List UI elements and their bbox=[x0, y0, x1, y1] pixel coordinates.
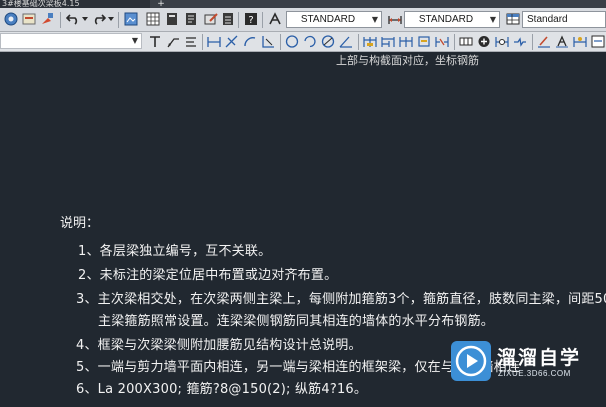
svg-text:?: ? bbox=[248, 15, 253, 26]
jogged-linear-icon[interactable] bbox=[513, 35, 527, 48]
multileader-icon[interactable] bbox=[166, 35, 180, 48]
cad-application: 3#楼基础次梁板4.15 + ? STANDARD ▼ STANDARD ▼ S… bbox=[0, 0, 606, 407]
dim-text-edit-icon[interactable] bbox=[555, 35, 569, 48]
dim-break-icon[interactable] bbox=[435, 35, 449, 48]
dim-baseline-icon[interactable] bbox=[381, 35, 395, 48]
dim-angular-icon[interactable] bbox=[339, 35, 353, 48]
toolbar-separator bbox=[118, 12, 119, 28]
tolerance-icon[interactable] bbox=[459, 35, 473, 48]
layer-manager-icon[interactable] bbox=[22, 12, 36, 26]
toolbar-separator bbox=[280, 34, 281, 50]
toolbar-separator bbox=[238, 12, 239, 28]
dim-style-value: STANDARD bbox=[418, 14, 474, 25]
dim-radius-icon[interactable] bbox=[285, 35, 299, 48]
redo-icon[interactable] bbox=[92, 13, 106, 25]
table-style-value: Standard bbox=[527, 14, 568, 25]
workspace-icon[interactable] bbox=[4, 12, 18, 26]
dim-ordinate-icon[interactable] bbox=[261, 35, 275, 48]
dim-arc-icon[interactable] bbox=[243, 35, 257, 48]
chevron-down-icon[interactable]: ▼ bbox=[487, 12, 499, 27]
quick-calc-icon[interactable] bbox=[166, 12, 178, 26]
undo-dropdown-icon[interactable] bbox=[82, 16, 88, 22]
multileader-align-icon[interactable] bbox=[184, 35, 198, 48]
note-line: 6、La 200X300; 箍筋?8@150(2); 纵筋4?16。 bbox=[76, 382, 368, 397]
match-properties-icon[interactable] bbox=[40, 12, 54, 26]
dim-diameter-icon[interactable] bbox=[321, 35, 335, 48]
chevron-down-icon[interactable]: ▼ bbox=[369, 12, 381, 27]
drawing-text-partial: 上部与构截面对应，坐标钢筋 bbox=[336, 54, 479, 67]
notes-heading: 说明： bbox=[60, 216, 100, 231]
dim-edit-icon[interactable] bbox=[537, 35, 551, 48]
center-mark-icon[interactable] bbox=[477, 35, 491, 48]
layer-combo[interactable]: ▼ bbox=[0, 33, 142, 49]
dim-style-manager-icon[interactable] bbox=[591, 35, 605, 48]
text-style-value: STANDARD bbox=[300, 14, 356, 25]
quick-dim-icon[interactable] bbox=[363, 35, 377, 48]
watermark-url: ZIXUE.3D66.COM bbox=[498, 369, 571, 378]
undo-icon[interactable] bbox=[66, 13, 80, 25]
play-logo-icon bbox=[451, 341, 491, 381]
tool-palette-icon[interactable] bbox=[184, 12, 198, 26]
new-tab-button[interactable]: + bbox=[156, 0, 166, 9]
dim-aligned-icon[interactable] bbox=[225, 35, 239, 48]
text-icon[interactable] bbox=[148, 35, 162, 48]
note-line: 主梁箍筋照常设置。连梁梁侧钢筋同其相连的墙体的水平分布钢筋。 bbox=[98, 314, 495, 329]
render-icon[interactable] bbox=[124, 12, 138, 26]
dimension-toolbar: ▼ bbox=[0, 32, 606, 52]
toolbar-separator bbox=[202, 34, 203, 50]
note-line: 1、各层梁独立编号，互不关联。 bbox=[78, 244, 272, 259]
dim-jogged-icon[interactable] bbox=[303, 35, 317, 48]
dim-style-combo[interactable]: STANDARD ▼ bbox=[404, 11, 500, 28]
table-style-icon[interactable] bbox=[506, 12, 520, 26]
dim-continue-icon[interactable] bbox=[399, 35, 413, 48]
note-line: 2、未标注的梁定位居中布置或边对齐布置。 bbox=[78, 268, 338, 283]
sheet-icon[interactable] bbox=[146, 12, 160, 26]
dim-update-icon[interactable] bbox=[573, 35, 587, 48]
document-tab-bar: 3#楼基础次梁板4.15 + bbox=[0, 0, 606, 9]
standard-toolbar: ? STANDARD ▼ STANDARD ▼ Standard bbox=[0, 8, 606, 32]
watermark-title: 溜溜自学 bbox=[497, 347, 582, 369]
dim-style-icon[interactable] bbox=[388, 12, 402, 26]
document-tab[interactable]: 3#楼基础次梁板4.15 bbox=[0, 0, 150, 8]
text-style-icon[interactable] bbox=[268, 12, 282, 26]
watermark: 溜溜自学 ZIXUE.3D66.COM bbox=[451, 339, 579, 391]
text-style-combo[interactable]: STANDARD ▼ bbox=[286, 11, 382, 28]
toolbar-separator bbox=[358, 34, 359, 50]
dim-linear-icon[interactable] bbox=[207, 35, 221, 48]
help-icon[interactable]: ? bbox=[244, 12, 258, 26]
redo-dropdown-icon[interactable] bbox=[108, 16, 114, 22]
markup-icon[interactable] bbox=[204, 12, 218, 26]
note-line: 4、框梁与次梁梁侧附加腰筋见结构设计总说明。 bbox=[76, 338, 362, 353]
toolbar-separator bbox=[262, 12, 263, 28]
toolbar-separator bbox=[60, 12, 61, 28]
dim-space-icon[interactable] bbox=[417, 35, 431, 48]
inspect-icon[interactable] bbox=[495, 35, 509, 48]
chevron-down-icon[interactable]: ▼ bbox=[129, 34, 141, 48]
calculator-icon[interactable] bbox=[222, 12, 234, 26]
toolbar-separator bbox=[454, 34, 455, 50]
toolbar-separator bbox=[532, 34, 533, 50]
note-line: 3、主次梁相交处，在次梁两侧主梁上，每侧附加箍筋3个，箍筋直径，肢数同主梁，间距… bbox=[76, 292, 606, 307]
table-style-combo[interactable]: Standard bbox=[522, 11, 606, 28]
